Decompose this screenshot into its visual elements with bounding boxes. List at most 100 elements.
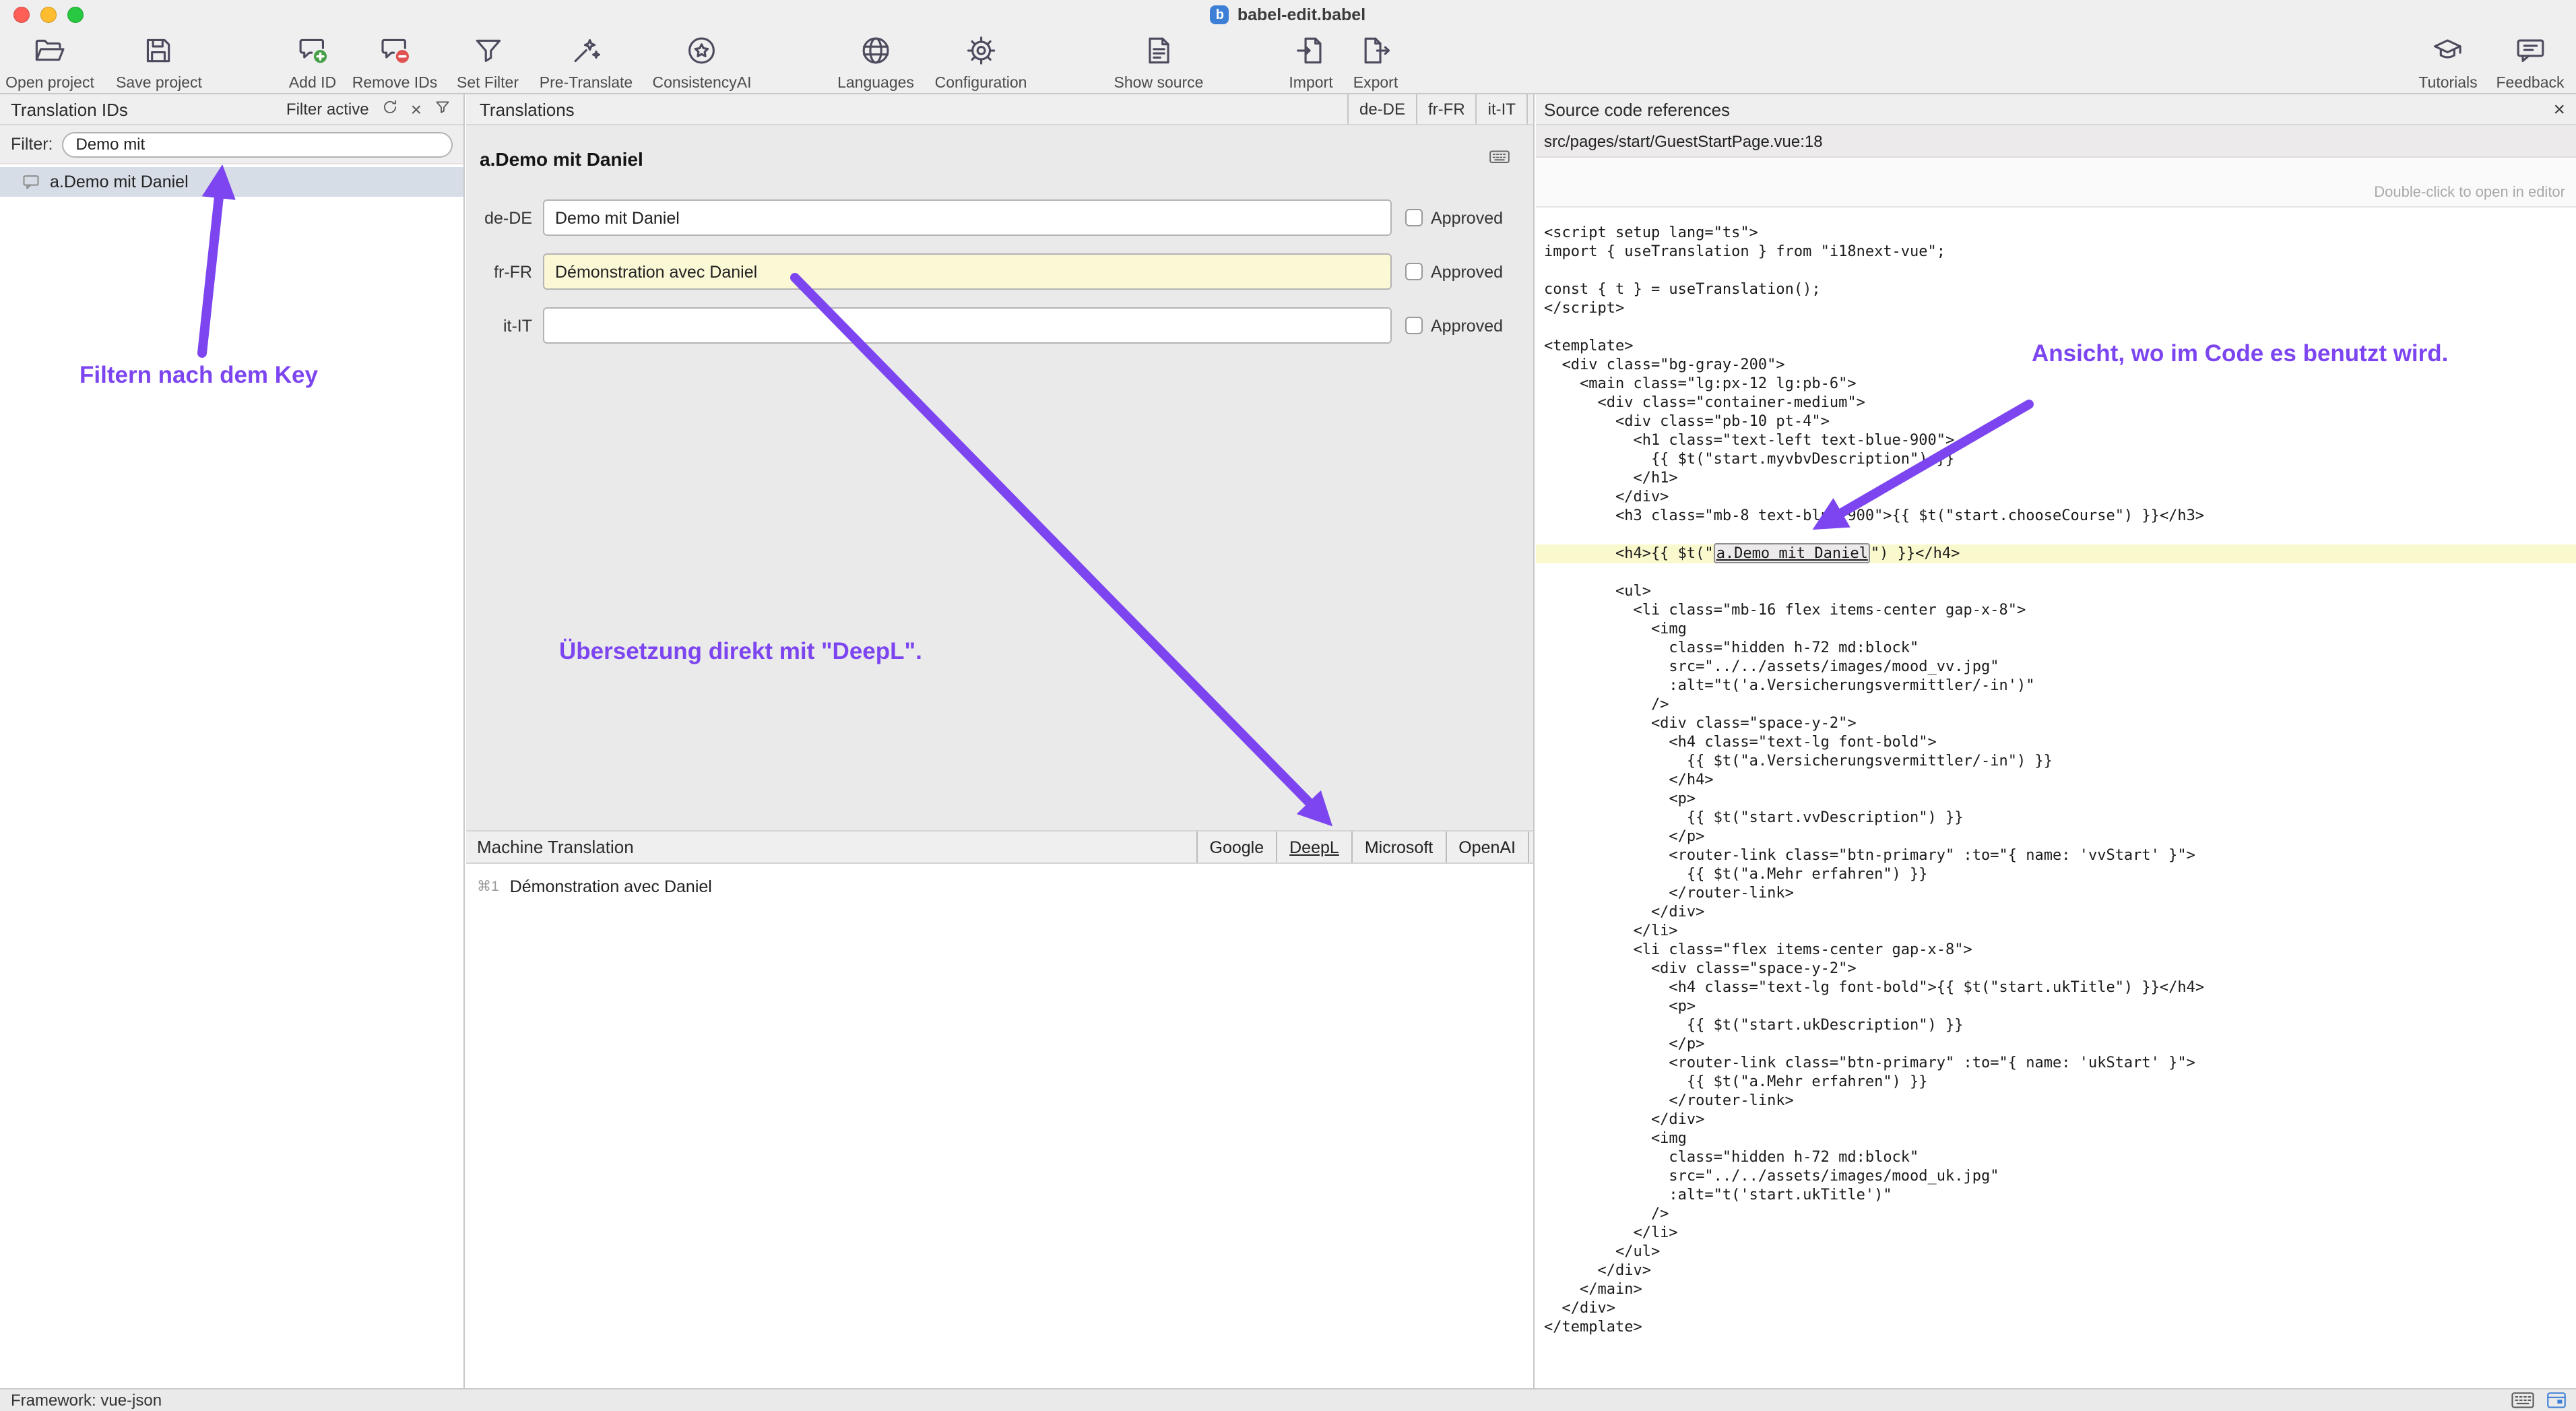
code-area: <script setup lang="ts">import { useTran… xyxy=(1536,208,2576,1337)
code-line: <li class="mb-16 flex items-center gap-x… xyxy=(1544,601,2576,620)
translation-input-fr[interactable] xyxy=(543,253,1392,290)
open-project-button[interactable]: Open project xyxy=(5,34,94,92)
graduation-cap-icon xyxy=(2431,34,2465,74)
filter-label: Filter: xyxy=(11,135,53,154)
machine-translation-content: ⌘1 Démonstration avec Daniel xyxy=(466,864,1533,1388)
translation-id-item[interactable]: a.Demo mit Daniel xyxy=(0,167,463,197)
zoom-window-button[interactable] xyxy=(67,7,84,23)
provider-google[interactable]: Google xyxy=(1198,832,1278,863)
panel-title: Machine Translation xyxy=(477,837,634,857)
code-line xyxy=(1544,318,2576,337)
provider-deepl[interactable]: DeepL xyxy=(1277,832,1353,863)
feedback-button[interactable]: Feedback xyxy=(2496,34,2564,92)
gear-icon xyxy=(964,34,998,74)
code-line: {{ $t("a.Mehr erfahren") }} xyxy=(1544,1073,2576,1092)
entry-title: a.Demo mit Daniel xyxy=(480,148,643,170)
keyboard-shortcuts-icon[interactable] xyxy=(1487,144,1512,175)
toolbar-label: Import xyxy=(1289,75,1332,92)
minimize-window-button[interactable] xyxy=(40,7,57,23)
translation-row-it: it-IT Approved xyxy=(466,307,1533,344)
pre-translate-button[interactable]: Pre-Translate xyxy=(540,34,633,92)
clear-filter-icon[interactable]: × xyxy=(411,100,422,119)
provider-openai[interactable]: OpenAI xyxy=(1446,832,1529,863)
translation-row-de: de-DE Approved xyxy=(466,199,1533,236)
remove-ids-button[interactable]: Remove IDs xyxy=(352,34,438,92)
provider-microsoft[interactable]: Microsoft xyxy=(1353,832,1446,863)
lang-label: de-DE xyxy=(477,208,532,227)
editor-hint: Double-click to open in editor xyxy=(2374,185,2565,201)
code-line: </div> xyxy=(1544,488,2576,507)
code-line: {{ $t("a.Versicherungsvermittler/-in") }… xyxy=(1544,752,2576,771)
lang-tab-de[interactable]: de-DE xyxy=(1349,94,1417,124)
translation-id-label: a.Demo mit Daniel xyxy=(50,173,189,191)
toolbar-label: Configuration xyxy=(935,75,1027,92)
translation-input-de[interactable] xyxy=(543,199,1392,236)
code-line: class="hidden h-72 md:block" xyxy=(1544,1148,2576,1167)
app-icon: b xyxy=(1211,5,1229,24)
code-line: <div class="pb-10 pt-4"> xyxy=(1544,412,2576,431)
filter-icon[interactable] xyxy=(434,98,451,120)
close-window-button[interactable] xyxy=(13,7,30,23)
code-line: </template> xyxy=(1544,1318,2576,1337)
code-line: <h1 class="text-left text-blue-900"> xyxy=(1544,431,2576,450)
highlighted-translation-id[interactable]: a.Demo mit Daniel xyxy=(1714,543,1871,563)
approved-checkbox-de[interactable] xyxy=(1405,209,1423,226)
code-line: <div class="container-medium"> xyxy=(1544,394,2576,412)
translation-input-it[interactable] xyxy=(543,307,1392,344)
save-project-button[interactable]: Save project xyxy=(116,34,202,92)
code-line: <template> xyxy=(1544,337,2576,356)
code-line: <h3 class="mb-8 text-blue-900">{{ $t("st… xyxy=(1544,507,2576,526)
toolbar-label: Open project xyxy=(5,75,94,92)
code-line: </ul> xyxy=(1544,1243,2576,1261)
lang-tab-it[interactable]: it-IT xyxy=(1477,94,1528,124)
languages-button[interactable]: Languages xyxy=(837,34,914,92)
mt-suggestion-row[interactable]: ⌘1 Démonstration avec Daniel xyxy=(466,864,1533,896)
panel-title: Source code references xyxy=(1536,99,1730,119)
toolbar: Open project Save project Add ID Remove … xyxy=(0,30,2576,94)
toolbar-label: ConsistencyAI xyxy=(652,75,751,92)
translations-panel: Translations de-DE fr-FR it-IT a.Demo mi… xyxy=(466,94,1535,1388)
add-id-icon xyxy=(296,34,329,74)
export-button[interactable]: Export xyxy=(1353,34,1398,92)
show-source-button[interactable]: Show source xyxy=(1114,34,1204,92)
machine-translation-header: Machine Translation Google DeepL Microso… xyxy=(466,830,1533,864)
code-line: :alt="t('a.Versicherungsvermittler/-in')… xyxy=(1544,677,2576,695)
code-line: <img xyxy=(1544,1129,2576,1148)
code-line: <h4 class="text-lg font-bold">{{ $t("sta… xyxy=(1544,978,2576,997)
set-filter-button[interactable]: Set Filter xyxy=(457,34,519,92)
tutorials-button[interactable]: Tutorials xyxy=(2418,34,2477,92)
code-line: </h1> xyxy=(1544,469,2576,488)
code-line: src="../../assets/images/mood_uk.jpg" xyxy=(1544,1167,2576,1186)
globe-icon xyxy=(859,34,893,74)
toolbar-label: Tutorials xyxy=(2418,75,2477,92)
comment-bubble-icon xyxy=(22,173,40,191)
consistency-badge-icon xyxy=(685,34,719,74)
code-line: src="../../assets/images/mood_vv.jpg" xyxy=(1544,658,2576,677)
import-icon xyxy=(1294,34,1328,74)
code-line: </div> xyxy=(1544,903,2576,922)
editor-hint-bar: Double-click to open in editor xyxy=(1536,158,2576,208)
filter-input[interactable] xyxy=(63,131,453,157)
statusbar-keyboard-icon[interactable] xyxy=(2511,1392,2534,1408)
code-line: class="hidden h-72 md:block" xyxy=(1544,639,2576,658)
close-panel-icon[interactable]: × xyxy=(2553,99,2576,119)
file-reference-bar[interactable]: src/pages/start/GuestStartPage.vue:18 xyxy=(1536,125,2576,158)
lang-tab-fr[interactable]: fr-FR xyxy=(1417,94,1477,124)
code-line: {{ $t("a.Mehr erfahren") }} xyxy=(1544,865,2576,884)
import-button[interactable]: Import xyxy=(1289,34,1332,92)
approved-checkbox-fr[interactable] xyxy=(1405,263,1423,280)
consistency-ai-button[interactable]: ConsistencyAI xyxy=(652,34,751,92)
add-id-button[interactable]: Add ID xyxy=(289,34,336,92)
code-line: <main class="lg:px-12 lg:pb-6"> xyxy=(1544,375,2576,394)
code-line: </router-link> xyxy=(1544,884,2576,903)
approved-checkbox-it[interactable] xyxy=(1405,317,1423,334)
code-line: <h4 class="text-lg font-bold"> xyxy=(1544,733,2576,752)
mt-suggestion-text: Démonstration avec Daniel xyxy=(510,877,712,896)
toolbar-label: Show source xyxy=(1114,75,1204,92)
statusbar: Framework: vue-json xyxy=(0,1388,2576,1411)
configuration-button[interactable]: Configuration xyxy=(935,34,1027,92)
statusbar-panel-icon[interactable] xyxy=(2546,1392,2567,1408)
translation-id-list: a.Demo mit Daniel xyxy=(0,164,463,197)
code-line xyxy=(1544,563,2576,582)
reload-icon[interactable] xyxy=(381,98,399,120)
